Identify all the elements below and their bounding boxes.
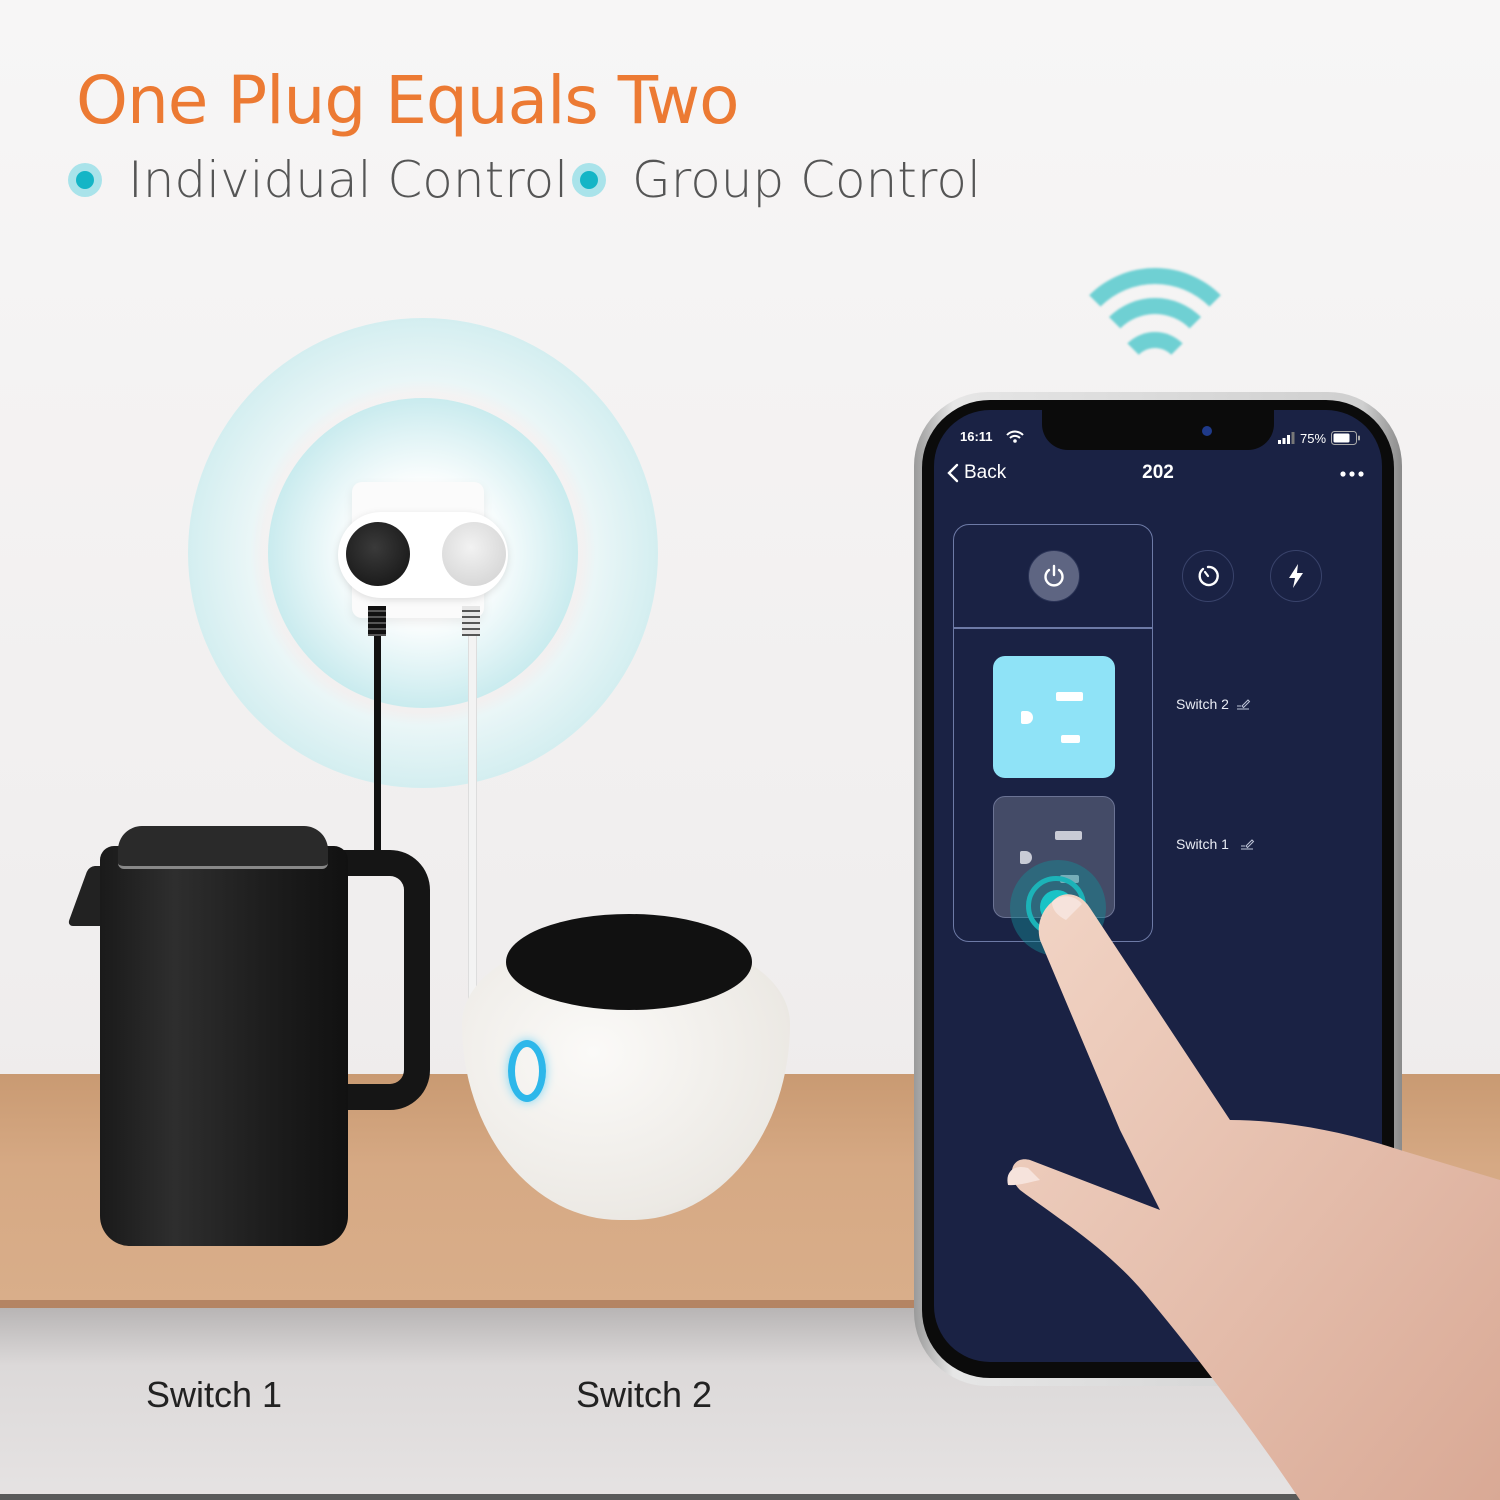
timer-button[interactable]	[1182, 550, 1234, 602]
rice-cooker-lid	[506, 914, 752, 1010]
power-all-button[interactable]	[1028, 550, 1080, 602]
feature-individual-control: Individual Control	[68, 150, 568, 210]
outlet-slot	[1055, 831, 1082, 840]
switch-2-name: Switch 2	[1176, 696, 1229, 712]
feature-group-control: Group Control	[572, 150, 981, 210]
more-button[interactable]	[1340, 460, 1364, 483]
scene-label-switch-1: Switch 1	[146, 1374, 283, 1415]
edit-icon[interactable]	[1236, 698, 1251, 710]
back-button[interactable]: Back	[946, 462, 1006, 484]
cellular-signal-icon	[1278, 432, 1295, 444]
phone-notch	[1042, 408, 1274, 450]
tap-point	[1040, 890, 1074, 924]
feature-label: Individual Control	[128, 151, 569, 209]
bullet-dot-icon	[572, 163, 606, 197]
outlet-slot	[1056, 692, 1083, 701]
battery-icon	[1331, 431, 1360, 445]
device-title: 202	[1142, 462, 1174, 483]
kettle-lid	[118, 826, 328, 869]
panel-divider	[954, 627, 1153, 629]
feature-label: Group Control	[632, 151, 981, 209]
black-plug-head	[346, 522, 410, 586]
headline: One Plug Equals Two	[76, 62, 740, 139]
timer-icon	[1198, 565, 1219, 587]
white-plug-grip	[462, 606, 480, 636]
black-cord	[374, 636, 381, 866]
status-time: 16:11	[960, 429, 993, 444]
bottom-border	[0, 1494, 1500, 1500]
battery-percent: 75%	[1300, 431, 1327, 446]
black-plug-grip	[368, 606, 386, 636]
bullet-dot-icon	[68, 163, 102, 197]
edit-icon[interactable]	[1240, 838, 1255, 850]
switch-1-name: Switch 1	[1176, 836, 1229, 852]
chevron-left-icon	[947, 463, 959, 483]
more-horizontal-icon	[1340, 471, 1364, 477]
white-plug-head	[442, 522, 506, 586]
outlet-ground-slot	[1020, 851, 1032, 864]
switch-2-label[interactable]: Switch 2	[1176, 696, 1251, 712]
outlet-slot	[1061, 735, 1080, 743]
rice-cooker-light-ring	[508, 1040, 546, 1102]
energy-button[interactable]	[1270, 550, 1322, 602]
back-label: Back	[964, 462, 1007, 483]
white-cord	[468, 636, 477, 1036]
wifi-status-icon	[1006, 430, 1024, 443]
outlet-ground-slot	[1021, 711, 1033, 724]
outlet-switch-2-on[interactable]	[993, 656, 1115, 778]
switch-1-label[interactable]: Switch 1	[1176, 836, 1255, 852]
kettle	[100, 846, 348, 1246]
scene-label-switch-2: Switch 2	[576, 1374, 713, 1415]
front-camera	[1202, 426, 1212, 436]
power-icon	[1044, 564, 1064, 587]
lightning-icon	[1289, 564, 1303, 588]
